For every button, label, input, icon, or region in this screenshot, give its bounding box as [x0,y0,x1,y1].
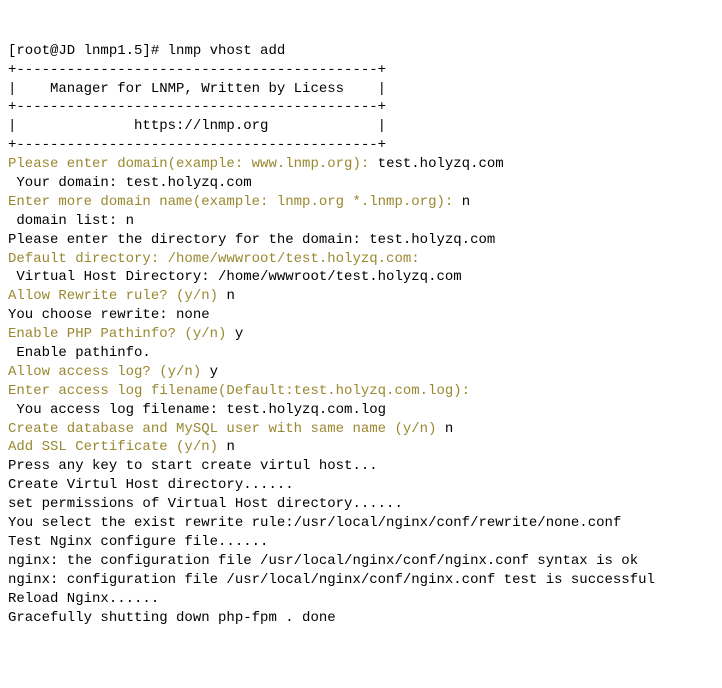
prompt-text: Allow access log? (y/n) [8,364,210,380]
echo-pathinfo: Enable pathinfo. [8,344,714,363]
prompt-text: Enable PHP Pathinfo? (y/n) [8,326,235,342]
prompt-create-db: Create database and MySQL user with same… [8,420,714,439]
command-input[interactable]: lnmp vhost add [168,43,286,59]
prompt-text: Create database and MySQL user with same… [8,421,445,437]
output-set-permissions: set permissions of Virtual Host director… [8,495,714,514]
user-input[interactable]: n [226,288,234,304]
user-input[interactable]: n [462,194,470,210]
output-create-dir: Create Virtul Host directory...... [8,476,714,495]
user-input[interactable]: y [235,326,243,342]
output-nginx-test: nginx: configuration file /usr/local/ngi… [8,571,714,590]
default-directory: Default directory: /home/wwwroot/test.ho… [8,250,714,269]
echo-rewrite: You choose rewrite: none [8,306,714,325]
output-test-nginx: Test Nginx configure file...... [8,533,714,552]
prompt-text: Please enter domain(example: www.lnmp.or… [8,156,378,172]
terminal-line: [root@JD lnmp1.5]# lnmp vhost add [8,42,714,61]
user-input[interactable]: y [210,364,218,380]
box-border: +---------------------------------------… [8,136,714,155]
box-border: +---------------------------------------… [8,98,714,117]
prompt-rewrite: Allow Rewrite rule? (y/n) n [8,287,714,306]
shell-prompt: [root@JD lnmp1.5]# [8,43,168,59]
prompt-access-log: Allow access log? (y/n) y [8,363,714,382]
output-reload-nginx: Reload Nginx...... [8,590,714,609]
box-border: +---------------------------------------… [8,61,714,80]
output-gracefully: Gracefully shutting down php-fpm . done [8,609,714,628]
prompt-log-filename: Enter access log filename(Default:test.h… [8,382,714,401]
box-url: | https://lnmp.org | [8,117,714,136]
box-title: | Manager for LNMP, Written by Licess | [8,80,714,99]
prompt-ssl: Add SSL Certificate (y/n) n [8,438,714,457]
user-input[interactable]: test.holyzq.com [378,156,504,172]
echo-vhost-dir: Virtual Host Directory: /home/wwwroot/te… [8,268,714,287]
prompt-pathinfo: Enable PHP Pathinfo? (y/n) y [8,325,714,344]
prompt-text: Add SSL Certificate (y/n) [8,439,226,455]
user-input[interactable]: n [226,439,234,455]
echo-log-filename: You access log filename: test.holyzq.com… [8,401,714,420]
prompt-domain: Please enter domain(example: www.lnmp.or… [8,155,714,174]
echo-domain-list: domain list: n [8,212,714,231]
output-nginx-syntax: nginx: the configuration file /usr/local… [8,552,714,571]
output-select-rewrite: You select the exist rewrite rule:/usr/l… [8,514,714,533]
prompt-more-domain: Enter more domain name(example: lnmp.org… [8,193,714,212]
press-any-key[interactable]: Press any key to start create virtul hos… [8,457,714,476]
prompt-text: Enter more domain name(example: lnmp.org… [8,194,462,210]
prompt-directory: Please enter the directory for the domai… [8,231,714,250]
prompt-text: Allow Rewrite rule? (y/n) [8,288,226,304]
echo-domain: Your domain: test.holyzq.com [8,174,714,193]
user-input[interactable]: n [445,421,453,437]
